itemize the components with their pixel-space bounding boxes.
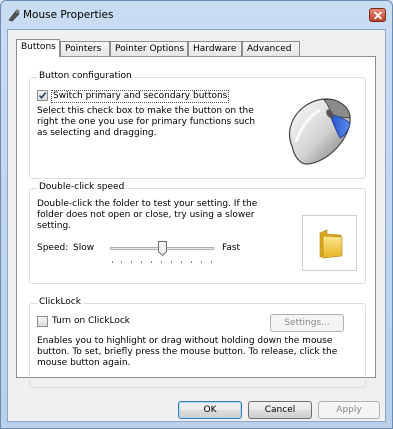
mouse-pointer-icon [8,9,20,22]
tab-hardware[interactable]: Hardware [188,41,242,56]
close-button[interactable] [369,8,386,22]
tab-label: Hardware [193,44,237,54]
mouse-illustration [274,84,360,172]
slider-tick [161,261,162,263]
button-config-description: Select this check box to make the button… [37,106,257,139]
slider-tick [131,261,132,263]
button-label: OK [203,405,217,415]
tab-label: Advanced [247,44,292,54]
clicklock-checkbox[interactable] [37,316,48,327]
button-label: Cancel [264,405,296,415]
switch-buttons-label[interactable]: Switch primary and secondary buttons [51,90,230,103]
clicklock-group: ClickLock Turn on ClickLock Settings... … [29,297,366,388]
tab-pointer-options[interactable]: Pointer Options [110,41,188,56]
tab-pointers[interactable]: Pointers [60,41,110,56]
cancel-button[interactable]: Cancel [248,401,312,419]
buttons-tab-panel: Button configuration Switch primary and … [16,56,376,388]
clicklock-description: Enables you to highlight or drag without… [37,336,357,369]
speed-slider-ticks [110,261,214,263]
slider-tick [141,261,142,263]
slider-tick [121,261,122,263]
tab-buttons[interactable]: Buttons [16,39,60,57]
slider-tick [201,261,202,263]
group-title: ClickLock [37,297,83,307]
clicklock-label[interactable]: Turn on ClickLock [52,316,130,327]
slider-tick [191,261,192,263]
ok-button[interactable]: OK [178,401,242,419]
tab-advanced[interactable]: Advanced [242,41,300,56]
description-line: right the one you use for primary functi… [37,117,256,127]
folder-icon [319,229,343,259]
button-label: Settings... [284,318,330,328]
description-line: button. To set, briefly press the mouse … [37,347,338,357]
group-title: Button configuration [37,71,134,81]
switch-buttons-checkbox[interactable] [37,90,48,101]
description-line: mouse button again. [37,358,131,368]
description-line: Double-click the folder to test your set… [37,199,258,209]
slider-tick [112,261,113,263]
clicklock-settings-button[interactable]: Settings... [270,314,344,332]
description-line: as selecting and dragging. [37,128,157,138]
title-bar[interactable]: Mouse Properties [1,1,392,29]
window-title: Mouse Properties [23,9,114,21]
mouse-properties-window: Mouse Properties Buttons Pointers Pointe… [0,0,393,429]
description-line: setting. [37,221,72,231]
slider-tick [151,261,152,263]
slow-label: Slow [73,243,95,253]
tab-label: Pointers [65,44,102,54]
slider-tick [211,261,212,263]
speed-label: Speed: [37,243,69,253]
slider-tick [181,261,182,263]
checkmark-icon [38,91,47,100]
description-line: folder does not open or close, try using… [37,210,255,220]
double-click-description: Double-click the folder to test your set… [37,199,287,232]
close-icon [373,11,383,20]
button-label: Apply [336,405,362,415]
group-title: Double-click speed [37,182,127,192]
button-configuration-group: Button configuration Switch primary and … [29,71,366,179]
slider-tick [171,261,172,263]
speed-slider-thumb[interactable] [157,241,167,256]
test-folder-box[interactable] [302,215,357,271]
description-line: Select this check box to make the button… [37,106,254,116]
tab-label: Pointer Options [115,44,185,54]
tab-label: Buttons [21,42,56,52]
description-line: Enables you to highlight or drag without… [37,336,333,346]
dialog-client-area: Buttons Pointers Pointer Options Hardwar… [7,29,386,422]
double-click-speed-group: Double-click speed Double-click the fold… [29,182,366,284]
fast-label: Fast [222,243,241,253]
apply-button[interactable]: Apply [318,401,380,419]
